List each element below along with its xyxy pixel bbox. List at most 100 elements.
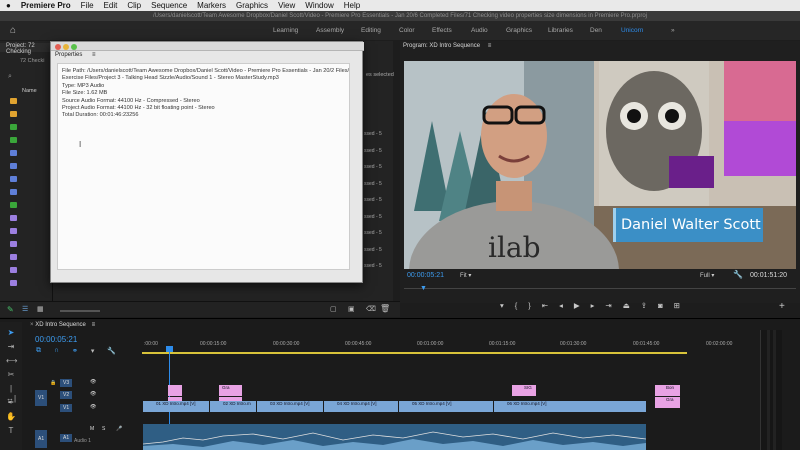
- pen-icon[interactable]: ✒: [6, 398, 16, 408]
- fit-dropdown[interactable]: Fit ▾: [460, 272, 471, 279]
- time-ruler[interactable]: :00:00 00:00:15:00 00:00:30:00 00:00:45:…: [142, 338, 760, 356]
- trash-icon[interactable]: 🗑: [380, 304, 390, 313]
- mark-in-icon[interactable]: {: [515, 301, 518, 310]
- zoom-slider[interactable]: [60, 310, 100, 312]
- program-tab[interactable]: Program: XD Intro Sequence ≡: [403, 43, 491, 49]
- graphic-clip[interactable]: Gra: [655, 397, 680, 408]
- timeline-tab[interactable]: × XD Intro Sequence ≡: [30, 322, 95, 328]
- lock-icon[interactable]: 🔒: [50, 380, 56, 386]
- workspace-unicorn[interactable]: Unicorn: [621, 21, 643, 40]
- eye-icon[interactable]: 👁: [90, 391, 96, 397]
- video-clip[interactable]: 01 XD Intro.mp4 [V]: [143, 401, 209, 412]
- selection-tool-icon[interactable]: ➤: [6, 328, 16, 338]
- menu-edit[interactable]: Edit: [104, 1, 118, 10]
- video-clip[interactable]: 02 XD Intro.m: [210, 401, 256, 412]
- list-view-icon[interactable]: ☰: [22, 305, 28, 313]
- graphic-clip[interactable]: Bon: [655, 385, 680, 396]
- panel-menu-icon[interactable]: ≡: [92, 52, 96, 58]
- mute-icon[interactable]: M: [90, 426, 94, 432]
- track-select-icon[interactable]: ⇥: [6, 342, 16, 352]
- graphic-clip[interactable]: SIG: [512, 385, 536, 396]
- video-clip[interactable]: 05 XD Intro.mp4 [V]: [399, 401, 493, 412]
- workspace-effects[interactable]: Effects: [432, 21, 452, 40]
- workspace-libraries[interactable]: Libraries: [548, 21, 573, 40]
- source-v1-target[interactable]: V1: [35, 390, 48, 406]
- workspace-color[interactable]: Color: [399, 21, 415, 40]
- menu-file[interactable]: File: [81, 1, 94, 10]
- pencil-icon[interactable]: ✎: [7, 305, 14, 314]
- new-item-icon[interactable]: ▣: [348, 305, 355, 313]
- play-icon[interactable]: ▶: [574, 301, 580, 310]
- home-icon[interactable]: ⌂: [10, 25, 16, 36]
- eye-icon[interactable]: 👁: [90, 404, 96, 410]
- track-a1-label[interactable]: A1: [60, 434, 73, 442]
- type-tool-icon[interactable]: T: [6, 426, 16, 436]
- workspace-overflow[interactable]: »: [671, 21, 675, 40]
- program-timecode[interactable]: 00:00:05:21: [407, 272, 444, 279]
- properties-content[interactable]: File Path: /Users/danielscott/Team Aweso…: [57, 63, 350, 270]
- settings-icon[interactable]: 🔧: [107, 347, 116, 355]
- source-a1-target[interactable]: A1: [35, 430, 48, 448]
- program-scrubber[interactable]: [404, 288, 796, 293]
- eye-icon[interactable]: 👁: [90, 379, 96, 385]
- extract-icon[interactable]: ⇪: [641, 301, 647, 310]
- close-button[interactable]: [55, 43, 61, 50]
- timeline-timecode[interactable]: 00:00:05:21: [35, 335, 77, 344]
- step-back-icon[interactable]: ◂: [559, 301, 563, 310]
- step-forward-icon[interactable]: ▸: [591, 301, 595, 310]
- playhead-handle-icon[interactable]: [166, 346, 173, 352]
- panel-menu-icon[interactable]: ≡: [488, 43, 492, 49]
- track-v2-label[interactable]: V2: [60, 391, 73, 399]
- apple-icon[interactable]: ●: [6, 1, 11, 10]
- menu-sequence[interactable]: Sequence: [151, 1, 187, 10]
- clear-icon[interactable]: ⌫: [366, 305, 376, 313]
- maximize-button[interactable]: [71, 43, 77, 50]
- project-name-header[interactable]: Name: [22, 88, 37, 94]
- workspace-assembly[interactable]: Assembly: [316, 21, 344, 40]
- solo-icon[interactable]: S: [102, 426, 105, 432]
- minimize-button[interactable]: [63, 43, 69, 50]
- menu-help[interactable]: Help: [344, 1, 360, 10]
- menu-graphics[interactable]: Graphics: [236, 1, 268, 10]
- track-v3-label[interactable]: V3: [60, 379, 73, 387]
- workspace-editing[interactable]: Editing: [361, 21, 381, 40]
- workspace-learning[interactable]: Learning: [273, 21, 298, 40]
- camera-icon[interactable]: ◙: [658, 301, 663, 310]
- linked-selection-icon[interactable]: ⚭: [72, 347, 78, 355]
- video-clip[interactable]: 06 XD Intro.mp4 [V]: [494, 401, 646, 412]
- scrubber-playhead-icon[interactable]: ▼: [420, 285, 427, 292]
- icon-view-icon[interactable]: ▦: [37, 305, 44, 313]
- menu-window[interactable]: Window: [305, 1, 333, 10]
- workspace-den[interactable]: Den: [590, 21, 602, 40]
- add-button-icon[interactable]: +: [779, 301, 785, 312]
- track-v1-label[interactable]: V1: [60, 404, 73, 412]
- graphic-clip[interactable]: Gra: [219, 385, 242, 396]
- mic-icon[interactable]: 🎤: [116, 426, 122, 432]
- razor-icon[interactable]: ✂: [6, 370, 16, 380]
- mark-out-icon[interactable]: }: [528, 301, 531, 310]
- wrench-icon[interactable]: 🔧: [733, 270, 743, 279]
- video-clip[interactable]: 04 XD Intro.mp4 [V]: [324, 401, 398, 412]
- quality-dropdown[interactable]: Full ▾: [700, 272, 714, 279]
- workspace-audio[interactable]: Audio: [471, 21, 488, 40]
- lift-icon[interactable]: ⏏: [623, 301, 630, 310]
- close-icon[interactable]: ×: [30, 322, 34, 328]
- slip-icon[interactable]: |↔|: [6, 384, 16, 403]
- add-marker-icon[interactable]: ▾: [500, 301, 504, 310]
- new-bin-icon[interactable]: ▢: [330, 305, 337, 313]
- project-search-icon[interactable]: ⌕: [8, 73, 12, 81]
- snap-icon[interactable]: ∩: [54, 347, 59, 355]
- menu-app-name[interactable]: Premiere Pro: [21, 1, 71, 10]
- work-area-bar[interactable]: [142, 352, 687, 354]
- menu-view[interactable]: View: [278, 1, 295, 10]
- menu-clip[interactable]: Clip: [127, 1, 141, 10]
- panel-menu-icon[interactable]: ≡: [92, 322, 96, 328]
- add-marker-icon[interactable]: ▾: [91, 347, 95, 355]
- menu-markers[interactable]: Markers: [197, 1, 226, 10]
- hand-icon[interactable]: ✋: [6, 412, 16, 422]
- graphic-clip[interactable]: [168, 385, 182, 396]
- button-editor-icon[interactable]: ⊞: [674, 301, 680, 310]
- nest-icon[interactable]: ⧉: [36, 347, 41, 355]
- properties-tab[interactable]: Properties ≡: [55, 52, 96, 58]
- workspace-graphics[interactable]: Graphics: [506, 21, 532, 40]
